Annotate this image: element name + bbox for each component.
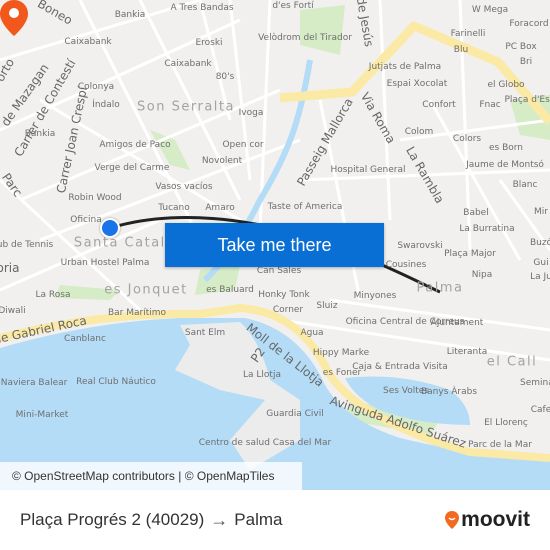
map-label: Fnac xyxy=(479,100,501,110)
map-label: Jutjats de Palma xyxy=(368,62,442,72)
destination-name: Palma xyxy=(234,510,283,529)
map-label: Canblanc xyxy=(64,334,106,344)
map-label: Palma xyxy=(416,280,464,296)
moovit-wordmark: moovit xyxy=(461,508,530,531)
map-label: Amaro xyxy=(205,203,235,213)
map-label: Agua xyxy=(300,328,324,338)
map-label: Colom xyxy=(404,127,434,137)
map-label: Cafe xyxy=(530,405,550,415)
map-label: La Rosa xyxy=(35,290,71,300)
map-label: Parc de la Mar xyxy=(468,440,532,450)
map-label: Farinelli xyxy=(450,29,486,39)
footer-bar: Plaça Progrés 2 (40029) → Palma moovit xyxy=(0,490,550,550)
map-label: Bar Marítimo xyxy=(107,308,167,318)
map-label: el Call xyxy=(486,354,538,370)
map-label: Corner xyxy=(272,305,304,315)
map-label: Oficina xyxy=(70,215,102,225)
origin-name: Plaça Progrés 2 (40029) xyxy=(20,510,205,529)
map-label: Confort xyxy=(422,100,456,110)
map-label: es Foner xyxy=(322,368,362,378)
map-label: ub de Tennis xyxy=(0,240,54,250)
map-label: La Ju xyxy=(530,272,550,282)
map-label: Índalo xyxy=(92,100,120,110)
map-pin-icon[interactable] xyxy=(0,0,28,36)
map-label: na Naviera Balear xyxy=(0,378,68,388)
map-label: Foracord xyxy=(509,19,549,29)
map-label: Velòdrom del Tirador xyxy=(258,33,352,43)
map-label: es Born xyxy=(488,143,524,153)
map-label: Robin Wood xyxy=(68,193,122,203)
map-label: Babel xyxy=(463,208,489,218)
map-label: Mir xyxy=(534,207,548,217)
map-label: Colors xyxy=(452,134,482,144)
map-label: 80's xyxy=(215,72,235,82)
map-label: Nipa xyxy=(471,270,493,280)
map-label: Open cor xyxy=(222,140,264,150)
map-label: Diwali xyxy=(0,306,26,316)
map-label: d'es Fortí xyxy=(272,1,314,11)
map-label: Banys Àrabs xyxy=(420,387,478,397)
map-label: Hippy Marke xyxy=(312,348,370,358)
map-label: Minyones xyxy=(353,291,397,301)
trip-summary: Plaça Progrés 2 (40029) → Palma xyxy=(20,510,282,531)
map[interactable]: Bankia A Tres Bandas d'es Fortí Caixabank Er… xyxy=(0,0,550,490)
map-label: Can Sales xyxy=(256,266,302,276)
map-label: Hospital General xyxy=(330,165,406,175)
map-label: Bri xyxy=(519,57,533,67)
map-label: Son Serralta xyxy=(137,99,235,115)
map-label: Tucano xyxy=(158,203,190,213)
map-label: Gui xyxy=(533,258,549,268)
map-label: Blanc xyxy=(512,180,538,190)
map-label: Centro de salud Casa del Mar xyxy=(198,438,332,448)
map-label: Honky Tonk xyxy=(258,290,310,300)
map-label: Ivoga xyxy=(238,108,264,118)
map-label: Swarovski xyxy=(397,241,443,251)
map-label: Cousines xyxy=(385,260,427,270)
map-label: Amigos de Paco xyxy=(99,140,171,150)
map-label: Sluiz xyxy=(316,301,338,311)
map-label: Espai Xocolat xyxy=(386,79,448,89)
map-label: Taste of America xyxy=(267,202,343,212)
map-label: Vasos vacíos xyxy=(155,182,213,192)
map-label: Real Club Náutico xyxy=(76,377,156,387)
moovit-logo[interactable]: moovit xyxy=(445,508,530,532)
map-label: A Tres Bandas xyxy=(170,3,234,13)
map-label: Bankia xyxy=(114,10,146,20)
map-label: Literanta xyxy=(446,347,488,357)
map-label: Plaça d'Esp xyxy=(504,95,550,105)
map-label: Novolent xyxy=(201,156,243,166)
map-label: el Globo xyxy=(487,80,525,90)
map-label: Verge del Carme xyxy=(94,163,170,173)
map-label: El Llorenç xyxy=(484,418,528,428)
map-label: Ajuntament xyxy=(430,318,484,328)
map-label: Sant Elm xyxy=(184,328,226,338)
map-label: Jaume de Montsó xyxy=(466,160,544,170)
map-label: Plaça Major xyxy=(444,249,496,259)
map-label: Caixabank xyxy=(164,59,212,69)
map-label: Eroski xyxy=(195,38,223,48)
map-label: Mini-Market xyxy=(15,410,69,420)
map-label: La Burratina xyxy=(459,224,515,234)
map-label: es Jonquet xyxy=(104,282,188,298)
street-label: oria xyxy=(0,261,20,275)
map-label: Urban Hostel Palma xyxy=(60,258,150,268)
map-label: Seminari xyxy=(520,378,550,388)
origin-dot-icon[interactable] xyxy=(100,218,120,238)
take-me-there-button[interactable]: Take me there xyxy=(165,223,384,267)
map-label: Buzó xyxy=(529,238,550,248)
map-label: Blu xyxy=(453,45,469,55)
map-label: Guardia Civil xyxy=(266,409,324,419)
map-label: Caja & Entrada Visita xyxy=(352,362,448,372)
map-label: PC Box xyxy=(505,42,537,52)
map-label: Caixabank xyxy=(64,37,112,47)
map-label: es Baluard xyxy=(206,285,254,295)
map-label: W Mega xyxy=(471,5,509,15)
moovit-pin-icon xyxy=(445,511,460,529)
map-attribution[interactable]: © OpenStreetMap contributors | © OpenMap… xyxy=(0,462,302,490)
map-label: La Llotja xyxy=(243,370,281,380)
arrow-right-icon: → xyxy=(210,509,229,530)
